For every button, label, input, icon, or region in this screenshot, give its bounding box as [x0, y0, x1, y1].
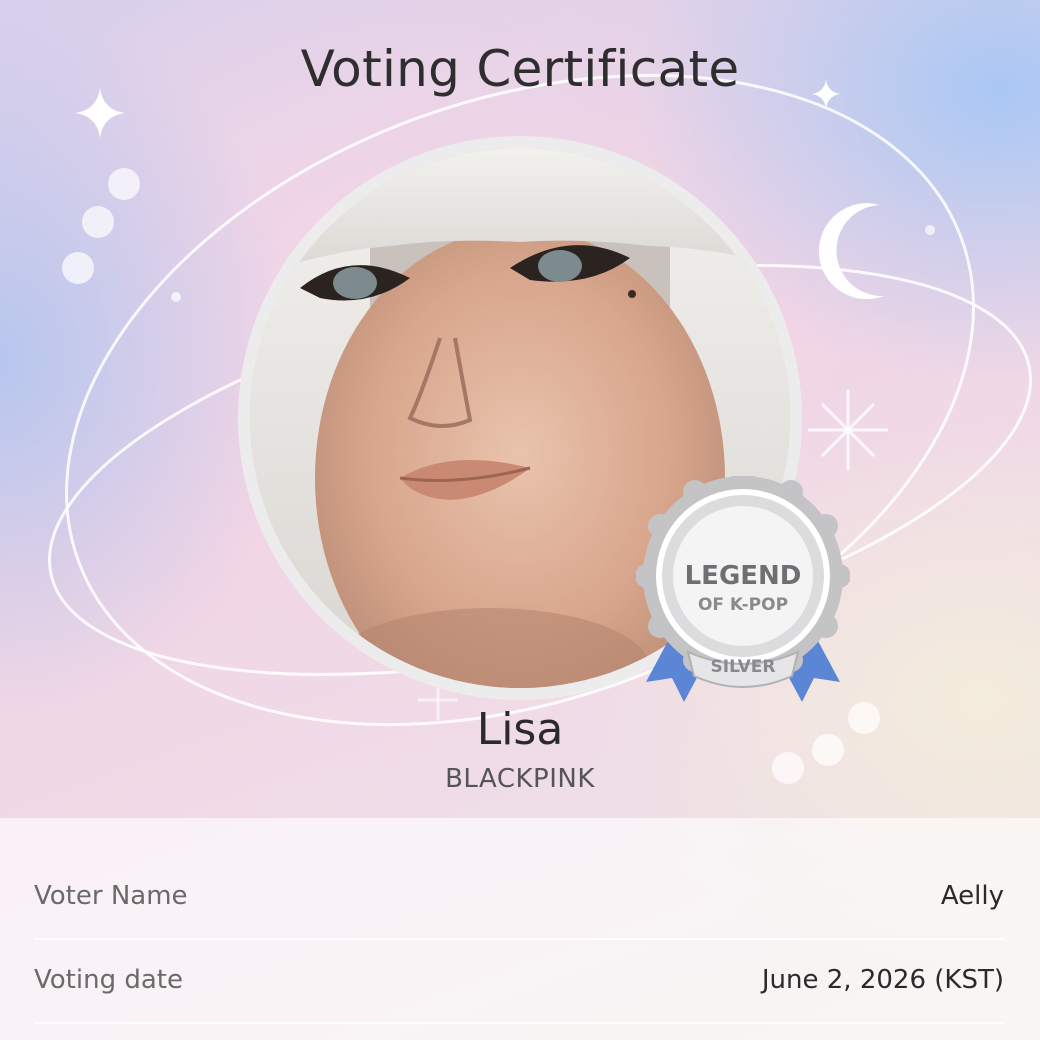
voter-name-label: Voter Name — [34, 881, 188, 911]
voter-name-row: Voter Name Aelly — [34, 854, 1004, 940]
legend-of-kpop-silver-badge: LEGEND OF K-POP SILVER — [635, 468, 851, 714]
voting-date-value: June 2, 2026 (KST) — [761, 965, 1004, 995]
badge-tier: SILVER — [711, 657, 776, 677]
badge-line2: OF K-POP — [698, 595, 788, 615]
artist-name: Lisa — [476, 704, 564, 755]
decor-dot — [925, 225, 935, 235]
crescent-moon-icon — [818, 203, 884, 300]
voter-info-panel: Voter Name Aelly Voting date June 2, 202… — [0, 818, 1040, 1040]
voting-date-label: Voting date — [34, 965, 183, 995]
decor-dot — [108, 168, 140, 200]
artist-group: BLACKPINK — [445, 764, 595, 794]
badge-line1: LEGEND — [685, 561, 802, 591]
decor-dot — [171, 292, 181, 302]
voter-name-value: Aelly — [940, 881, 1004, 911]
certificate-title: Voting Certificate — [300, 40, 740, 98]
decor-dot — [62, 252, 94, 284]
voting-date-row: Voting date June 2, 2026 (KST) — [34, 938, 1004, 1024]
decor-dot — [82, 206, 114, 238]
star-burst-icon — [808, 390, 888, 470]
